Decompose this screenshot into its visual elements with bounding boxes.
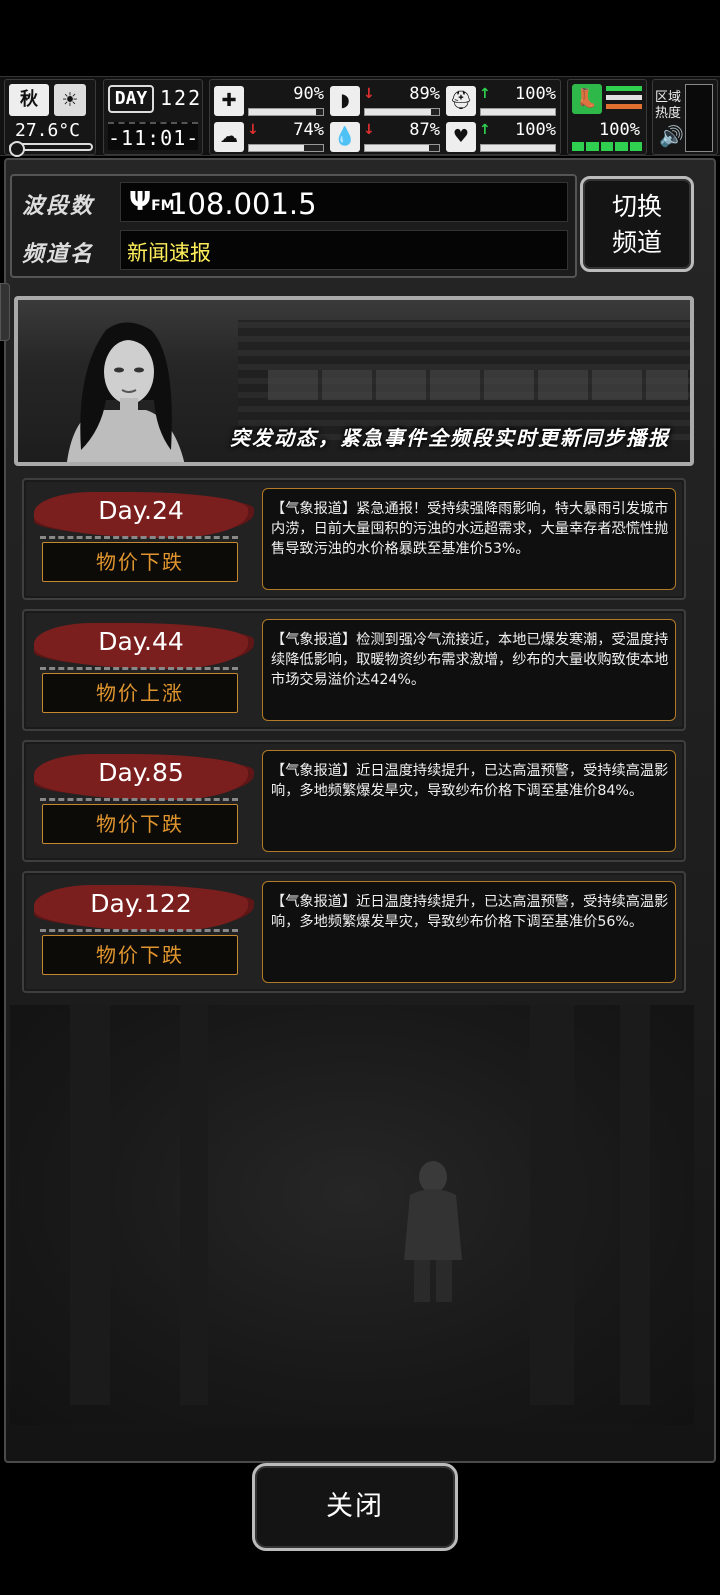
- event-card: Day.122 物价下跌 【气象报道】近日温度持续提升，已达高温预警，受持续高温影响…: [22, 871, 686, 993]
- stat-bar: [248, 108, 324, 116]
- divider: [40, 929, 238, 932]
- antenna-fm-icon: ΨFM: [129, 187, 175, 217]
- arrow-down-icon: ↓: [247, 122, 259, 138]
- frequency-value: 108.001.5: [169, 187, 317, 221]
- day-clock-panel: DAY 122 -11:01-: [103, 79, 203, 155]
- sun-icon: ☀: [54, 84, 86, 116]
- stat-heart: ♥ ↑ 100%: [446, 120, 558, 154]
- brain-icon: ☁: [214, 122, 244, 152]
- stat-value: 90%: [293, 84, 324, 104]
- season-label: 秋: [9, 84, 49, 116]
- band-label: 波段数: [22, 194, 95, 219]
- broadcast-banner: 突发动态，紧急事件全频段实时更新同步播报: [14, 296, 694, 466]
- stat-bar: [248, 144, 324, 152]
- helmet-icon: ⛑: [446, 86, 476, 116]
- stamina-value: 100%: [599, 120, 640, 140]
- stat-value: 74%: [293, 120, 324, 140]
- area-heat-label: 区域热度: [655, 90, 682, 121]
- event-card: Day.44 物价上涨 【气象报道】检测到强冷气流接近，本地已爆发寒潮，受温度持续降…: [22, 609, 686, 731]
- price-trend-tag: 物价上涨: [42, 673, 238, 713]
- stat-value: 87%: [409, 120, 440, 140]
- news-anchor-portrait: [67, 322, 185, 462]
- stat-stomach: ◗ ↓ 89%: [330, 84, 442, 118]
- event-card: Day.85 物价下跌 【气象报道】近日温度持续提升，已达高温预警，受持续高温影响，…: [22, 740, 686, 862]
- event-day: Day.85: [98, 758, 184, 787]
- stomach-icon: ◗: [330, 86, 360, 116]
- stat-water-drop: 💧 ↓ 87%: [330, 120, 442, 154]
- thermometer-icon: [9, 141, 93, 157]
- divider: [40, 667, 238, 670]
- event-day: Day.44: [98, 627, 184, 656]
- price-trend-tag: 物价下跌: [42, 542, 238, 582]
- arrow-down-icon: ↓: [363, 86, 375, 102]
- stat-bar: [364, 144, 440, 152]
- event-description: 【气象报道】近日温度持续提升，已达高温预警，受持续高温影响，多地频繁爆发旱灾，导…: [262, 750, 676, 852]
- stat-value: 100%: [515, 120, 556, 140]
- event-day: Day.122: [90, 889, 192, 918]
- stamina-panel[interactable]: 👢 100%: [567, 79, 647, 155]
- stat-value: 100%: [515, 84, 556, 104]
- event-card: Day.24 物价下跌 【气象报道】紧急通报！受持续强降雨影响，特大暴雨引发城市内涝…: [22, 478, 686, 600]
- stat-bar: [480, 144, 556, 152]
- area-heat-panel[interactable]: 区域热度 🔊: [652, 79, 718, 155]
- arrow-up-icon: ↑: [479, 122, 491, 138]
- vitals-panel: ✚ 90% ◗ ↓ 89% ⛑ ↑ 100% ☁ ↓ 74% 💧 ↓ 87% ♥ ↑ 100%: [209, 79, 561, 155]
- channel-field: 新闻速报: [120, 230, 568, 270]
- stat-value: 89%: [409, 84, 440, 104]
- radio-info-box: 波段数 ΨFM 108.001.5 频道名 新闻速报: [10, 174, 577, 278]
- stat-bar: [364, 108, 440, 116]
- day-number: 122: [160, 86, 203, 110]
- channel-label: 频道名: [22, 242, 95, 267]
- arrow-down-icon: ↓: [363, 122, 375, 138]
- status-hud: 秋 ☀ 27.6°C DAY 122 -11:01- ✚ 90% ◗ ↓ 89% ⛑ ↑ 10…: [0, 76, 720, 157]
- speaker-icon[interactable]: 🔊: [659, 124, 684, 148]
- arrow-up-icon: ↑: [479, 86, 491, 102]
- boot-icon: 👢: [572, 84, 602, 114]
- hooded-survivor-figure: [404, 1161, 462, 1302]
- event-description: 【气象报道】紧急通报！受持续强降雨影响，特大暴雨引发城市内涝，日前大量囤积的污浊…: [262, 488, 676, 590]
- area-heat-meter: [685, 84, 713, 152]
- switch-channel-label-1: 切换: [611, 192, 662, 221]
- divider: [40, 536, 238, 539]
- forest-background: [10, 1005, 694, 1425]
- stat-brain: ☁ ↓ 74%: [214, 120, 326, 154]
- event-description: 【气象报道】近日温度持续提升，已达高温预警，受持续高温影响，多地频繁爆发旱灾，导…: [262, 881, 676, 983]
- frequency-field: ΨFM 108.001.5: [120, 182, 568, 222]
- banner-caption: 突发动态，紧急事件全频段实时更新同步播报: [230, 426, 670, 450]
- temperature-readout: 27.6°C: [15, 120, 81, 141]
- stamina-bar: [572, 142, 643, 151]
- stat-medkit: ✚ 90%: [214, 84, 326, 118]
- close-button[interactable]: 关闭: [252, 1463, 458, 1551]
- stat-bar: [480, 108, 556, 116]
- heart-icon: ♥: [446, 122, 476, 152]
- clock-readout: -11:01-: [108, 122, 198, 150]
- season-weather-panel: 秋 ☀ 27.6°C: [4, 79, 96, 157]
- medkit-icon: ✚: [214, 86, 244, 116]
- day-label: DAY: [108, 85, 154, 113]
- switch-channel-button[interactable]: 切换 频道: [580, 176, 694, 272]
- train-illustration: [268, 370, 688, 400]
- water-drop-icon: 💧: [330, 122, 360, 152]
- event-day: Day.24: [98, 496, 184, 525]
- price-trend-tag: 物价下跌: [42, 935, 238, 975]
- stat-helmet: ⛑ ↑ 100%: [446, 84, 558, 118]
- side-drawer-tab[interactable]: [0, 283, 10, 341]
- price-trend-tag: 物价下跌: [42, 804, 238, 844]
- event-description: 【气象报道】检测到强冷气流接近，本地已爆发寒潮，受温度持续降低影响，取暖物资纱布…: [262, 619, 676, 721]
- stamina-stripes-icon: [606, 86, 642, 112]
- channel-name: 新闻速报: [127, 241, 211, 265]
- divider: [40, 798, 238, 801]
- switch-channel-label-2: 频道: [611, 228, 662, 257]
